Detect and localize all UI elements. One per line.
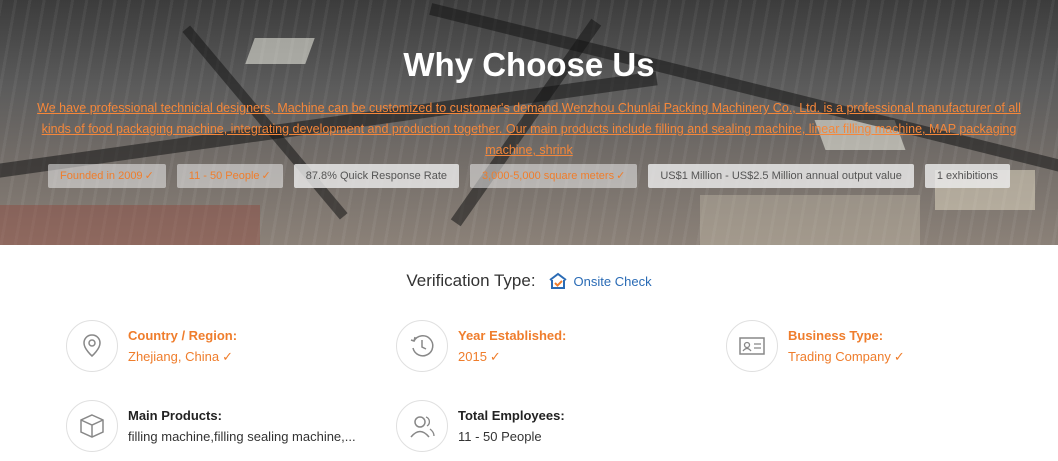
badge-founded: Founded in 2009 ✓: [47, 164, 166, 188]
badge-factory-area: 3,000-5,000 square meters ✓: [470, 164, 638, 188]
year-text: 2015: [458, 349, 487, 364]
why-choose-us-banner: Why Choose Us We have professional techn…: [0, 0, 1058, 245]
badge-output-value: US$1 Million - US$2.5 Million annual out…: [648, 164, 914, 188]
business-type-value: Trading Company ✓: [788, 347, 905, 367]
country-info: Country / Region: Zhejiang, China ✓: [66, 320, 237, 372]
section-title: Why Choose Us: [403, 46, 655, 83]
box-icon: [66, 400, 118, 452]
employees-info: Total Employees: 11 - 50 People: [396, 400, 565, 452]
year-info: Year Established: 2015 ✓: [396, 320, 566, 372]
check-icon: ✓: [616, 170, 626, 182]
business-type-info: Business Type: Trading Company ✓: [726, 320, 905, 372]
main-products-label: Main Products:: [128, 408, 222, 423]
country-label: Country / Region:: [128, 328, 238, 343]
year-label: Year Established:: [458, 328, 567, 343]
people-icon: [396, 400, 448, 452]
onsite-check-link[interactable]: Onsite Check: [548, 272, 652, 290]
badge-label: 11 - 50 People: [188, 170, 260, 182]
badge-label: 87.8% Quick Response Rate: [305, 170, 447, 182]
badge-exhibitions: 1 exhibitions: [924, 164, 1010, 188]
factory-wall: [700, 195, 920, 245]
badge-label: 1 exhibitions: [936, 170, 998, 182]
badge-label: 3,000-5,000 square meters: [482, 170, 615, 182]
history-clock-icon: [396, 320, 448, 372]
check-icon: ✓: [261, 170, 271, 182]
badge-label: Founded in 2009: [59, 170, 143, 182]
factory-floor: [0, 205, 260, 245]
badge-label: US$1 Million - US$2.5 Million annual out…: [660, 170, 902, 182]
check-icon: ✓: [222, 349, 233, 364]
verification-label: Verification Type:: [406, 271, 536, 290]
company-description-link[interactable]: We have professional technicial designer…: [25, 98, 1033, 161]
location-pin-icon: [66, 320, 118, 372]
verification-row: Verification Type: Onsite Check: [0, 271, 1058, 291]
country-text: Zhejiang, China: [128, 349, 220, 364]
main-products-value: filling machine,filling sealing machine,…: [128, 429, 356, 444]
check-icon: ✓: [489, 349, 501, 364]
house-check-icon: [548, 272, 567, 289]
check-icon: ✓: [893, 349, 905, 364]
verification-type: Onsite Check: [573, 273, 652, 289]
badge-response-rate: 87.8% Quick Response Rate: [293, 164, 459, 188]
business-type-text: Trading Company: [788, 349, 891, 364]
badge-staff: 11 - 50 People ✓: [176, 164, 283, 188]
employees-label: Total Employees:: [458, 408, 565, 423]
check-icon: ✓: [144, 170, 154, 182]
main-products-info: Main Products: filling machine,filling s…: [66, 400, 356, 452]
year-value: 2015 ✓: [458, 347, 566, 367]
country-value: Zhejiang, China ✓: [128, 347, 237, 367]
id-card-icon: [726, 320, 778, 372]
business-type-label: Business Type:: [788, 328, 884, 343]
company-highlights: Founded in 2009 ✓ 11 - 50 People ✓ 87.8% Q…: [0, 164, 1058, 188]
employees-value: 11 - 50 People: [458, 429, 542, 444]
